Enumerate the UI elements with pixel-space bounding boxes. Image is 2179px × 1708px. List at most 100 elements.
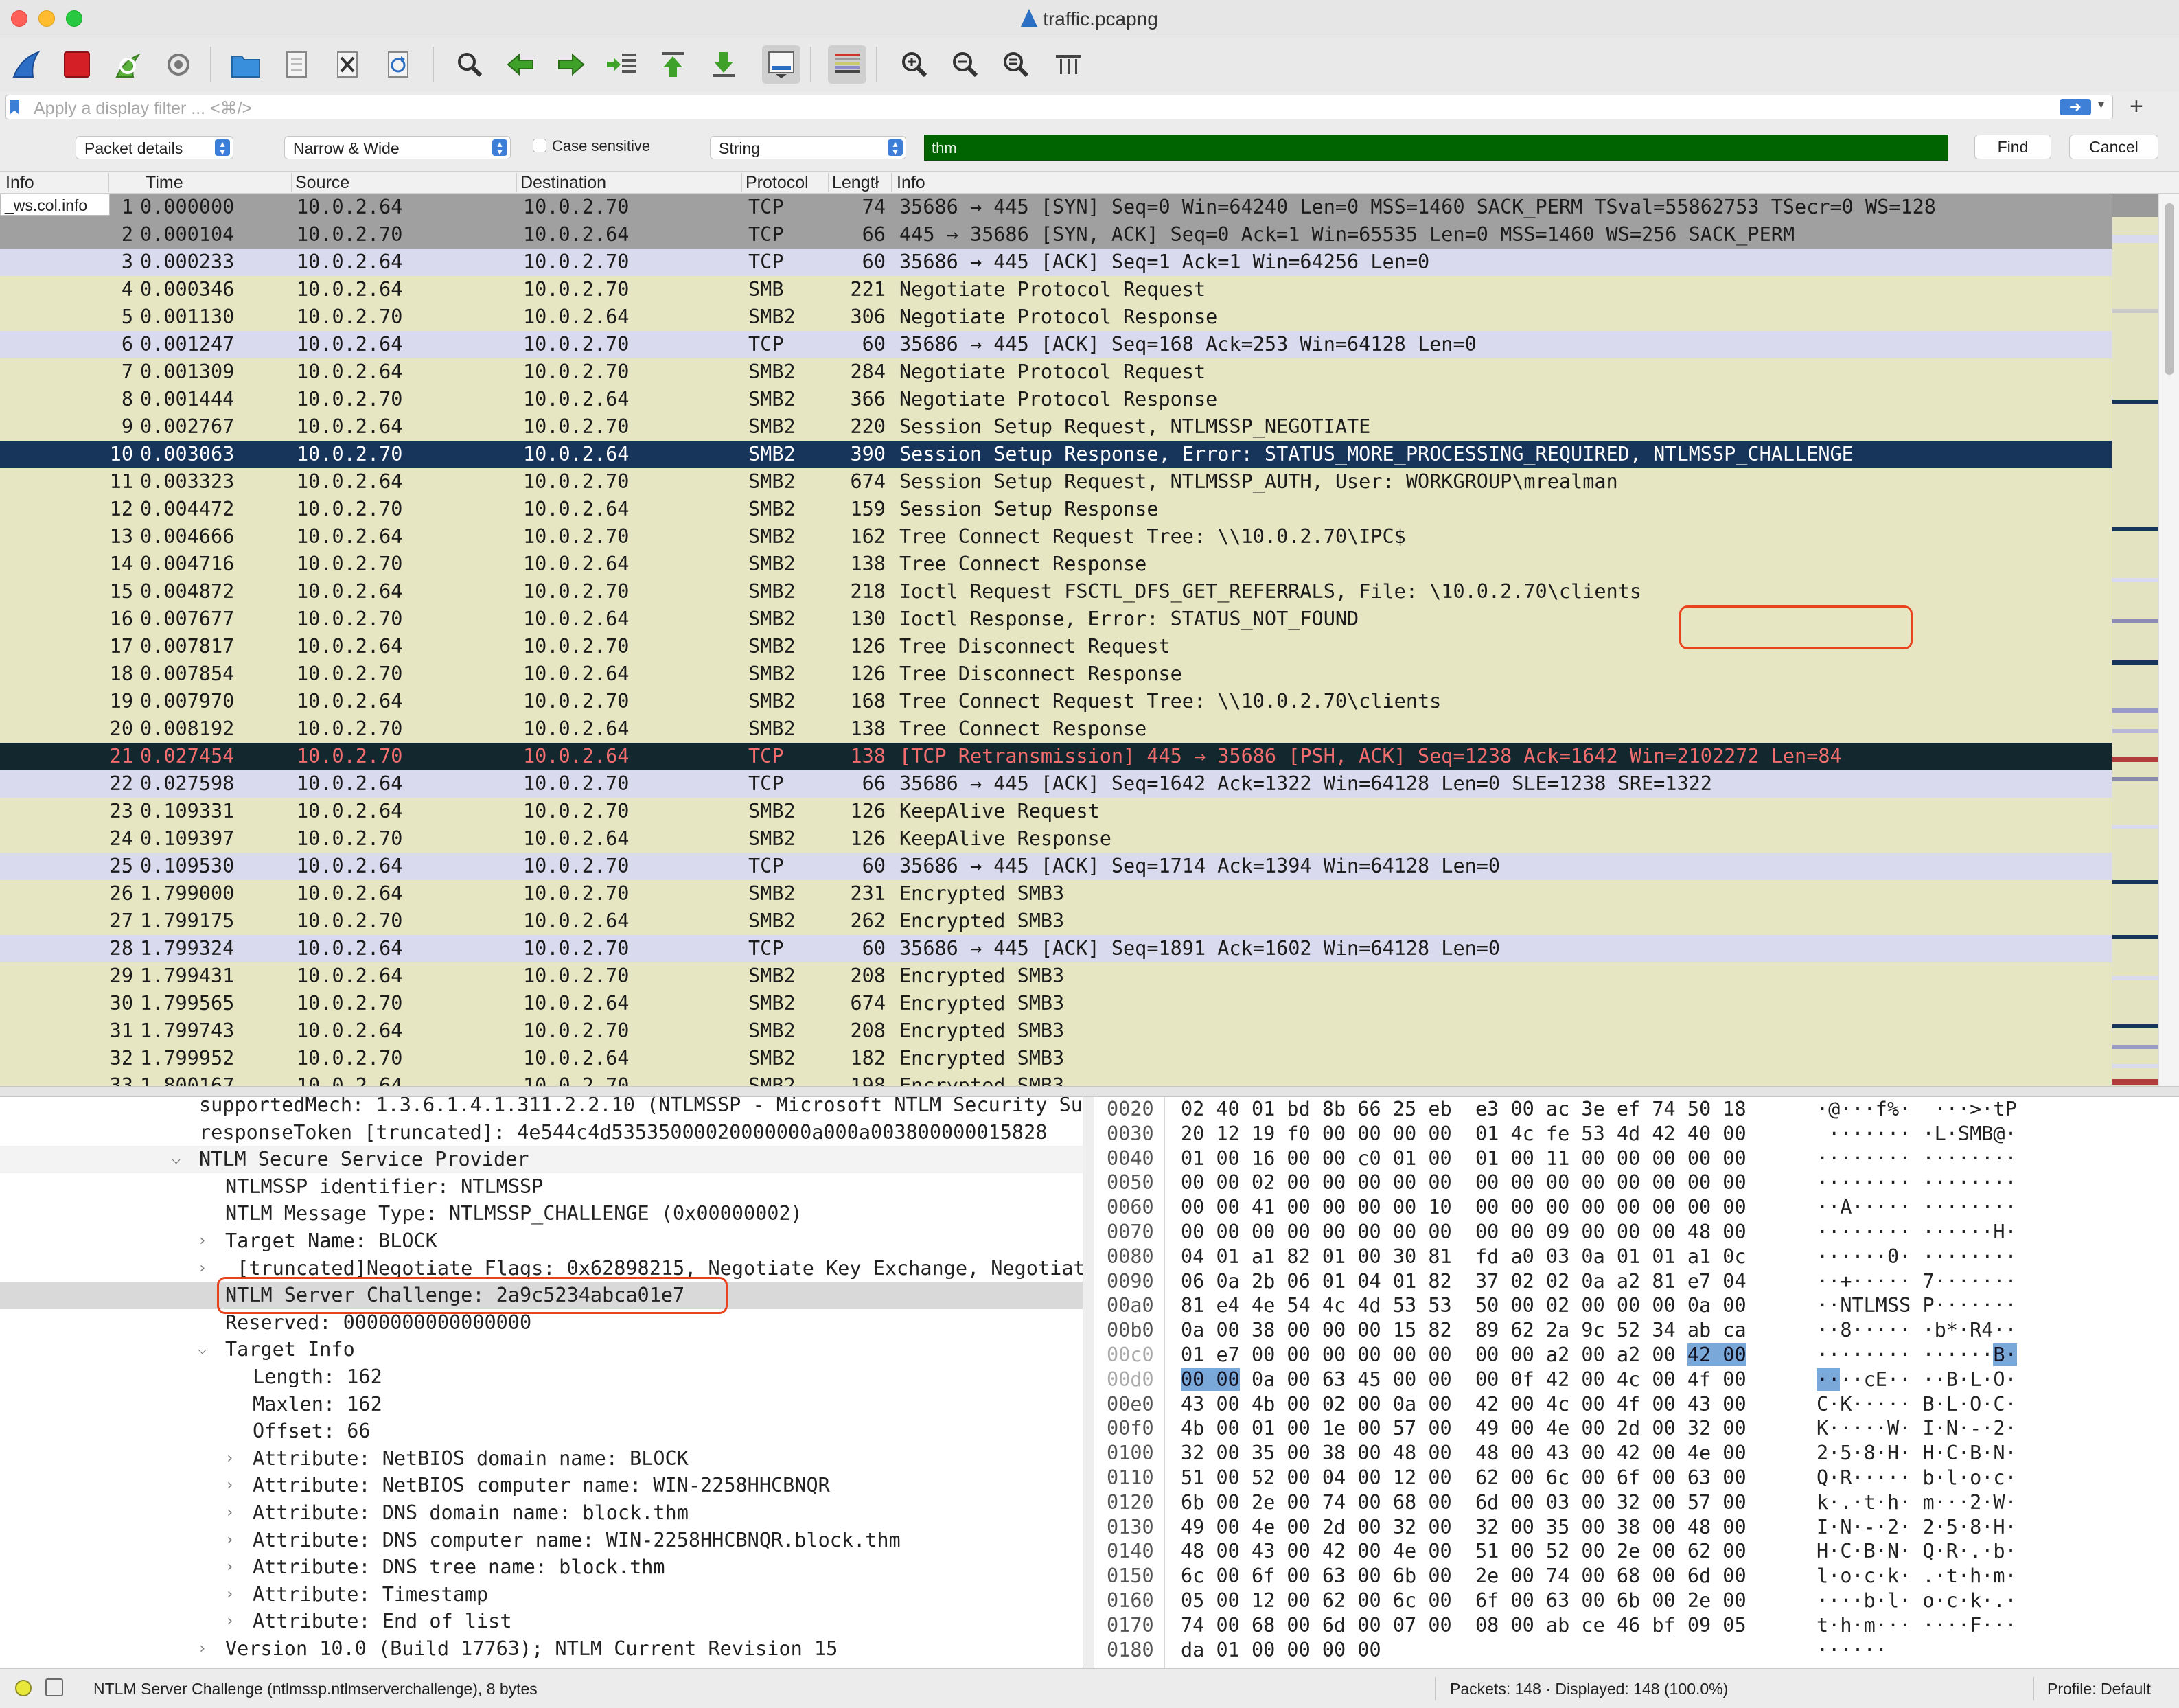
zoom-out-icon[interactable] bbox=[946, 45, 984, 84]
packet-row[interactable]: 12 0.004472 10.0.2.70 10.0.2.64 SMB2 159 Sessi… bbox=[0, 496, 2112, 523]
bytes-row[interactable]: 0180 da 01 00 00 00 00 ······ bbox=[1094, 1638, 2179, 1663]
bytes-row[interactable]: 0120 6b 00 2e 00 74 00 68 00 6d 00 03 00 … bbox=[1094, 1490, 2179, 1515]
go-to-packet-icon[interactable] bbox=[603, 45, 641, 84]
colorize-icon[interactable] bbox=[828, 45, 866, 84]
column-separator[interactable] bbox=[516, 173, 517, 192]
packet-row[interactable]: 21 0.027454 10.0.2.70 10.0.2.64 TCP 138 [TCP R… bbox=[0, 743, 2112, 770]
collapsed-chevron-icon[interactable]: › bbox=[225, 1554, 234, 1581]
bytes-row[interactable]: 0150 6c 00 6f 00 63 00 6b 00 2e 00 74 00 … bbox=[1094, 1564, 2179, 1589]
collapsed-chevron-icon[interactable]: › bbox=[225, 1581, 234, 1608]
bytes-row[interactable]: 0140 48 00 43 00 42 00 4e 00 51 00 52 00 … bbox=[1094, 1539, 2179, 1564]
packet-row[interactable]: 29 1.799431 10.0.2.64 10.0.2.70 SMB2 208 Encry… bbox=[0, 962, 2112, 990]
bytes-row[interactable]: 00f0 4b 00 01 00 1e 00 57 00 49 00 4e 00 … bbox=[1094, 1416, 2179, 1441]
column-header-source[interactable]: Source bbox=[295, 173, 508, 193]
capture-options-icon[interactable] bbox=[159, 45, 198, 84]
autoscroll-icon[interactable] bbox=[762, 45, 800, 84]
packet-row[interactable]: 8 0.001444 10.0.2.70 10.0.2.64 SMB2 366 Negoti… bbox=[0, 386, 2112, 413]
detail-row[interactable]: › Version 10.0 (Build 17763); NTLM Curren… bbox=[0, 1635, 1083, 1663]
packet-row[interactable]: 20 0.008192 10.0.2.70 10.0.2.64 SMB2 138 Tree … bbox=[0, 715, 2112, 743]
packet-minimap[interactable] bbox=[2112, 194, 2159, 1086]
packet-row[interactable]: 22 0.027598 10.0.2.64 10.0.2.70 TCP 66 35686 →… bbox=[0, 770, 2112, 798]
bytes-row[interactable]: 0160 05 00 12 00 62 00 6c 00 6f 00 63 00 … bbox=[1094, 1589, 2179, 1613]
column-separator[interactable] bbox=[108, 173, 109, 192]
collapsed-chevron-icon[interactable]: › bbox=[225, 1527, 234, 1554]
detail-row[interactable]: supportedMech: 1.3.6.1.4.1.311.2.2.10 (N… bbox=[0, 1097, 1083, 1119]
packet-row[interactable]: 24 0.109397 10.0.2.70 10.0.2.64 SMB2 126 KeepA… bbox=[0, 825, 2112, 853]
bytes-row[interactable]: 00d0 00 00 0a 00 63 45 00 00 00 0f 42 00 … bbox=[1094, 1367, 2179, 1392]
stop-capture-icon[interactable] bbox=[58, 45, 96, 84]
packet-row[interactable]: 26 1.799000 10.0.2.64 10.0.2.70 SMB2 231 Encry… bbox=[0, 880, 2112, 908]
collapsed-chevron-icon[interactable]: › bbox=[225, 1608, 234, 1635]
capture-comment-icon[interactable] bbox=[45, 1678, 63, 1696]
bytes-row[interactable]: 0030 20 12 19 f0 00 00 00 00 01 4c fe 53 … bbox=[1094, 1122, 2179, 1146]
bytes-row[interactable]: 00e0 43 00 4b 00 02 00 0a 00 42 00 4c 00 … bbox=[1094, 1392, 2179, 1417]
detail-row[interactable]: responseToken [truncated]: 4e544c4d53535… bbox=[0, 1119, 1083, 1146]
packet-row[interactable]: 1 0.000000 10.0.2.64 10.0.2.70 TCP 74 35686 → … bbox=[0, 194, 2112, 221]
bytes-row[interactable]: 0040 01 00 16 00 00 c0 01 00 01 00 11 00 … bbox=[1094, 1146, 2179, 1171]
detail-row[interactable]: Maxlen: 162 bbox=[0, 1391, 1083, 1418]
packet-row[interactable]: 3 0.000233 10.0.2.64 10.0.2.70 TCP 60 35686 → … bbox=[0, 249, 2112, 276]
packet-row[interactable]: 28 1.799324 10.0.2.64 10.0.2.70 TCP 60 35686 →… bbox=[0, 935, 2112, 962]
collapsed-chevron-icon[interactable]: › bbox=[198, 1255, 207, 1282]
packet-row[interactable]: 33 1.800167 10.0.2.64 10.0.2.70 SMB2 198 Encry… bbox=[0, 1072, 2112, 1086]
detail-row[interactable]: Length: 162 bbox=[0, 1363, 1083, 1391]
collapsed-chevron-icon[interactable]: › bbox=[198, 1635, 207, 1663]
search-in-select[interactable]: Packet details ▴ ▾ bbox=[76, 136, 233, 159]
collapsed-chevron-icon[interactable]: › bbox=[198, 1227, 207, 1255]
packet-row[interactable]: 10 0.003063 10.0.2.70 10.0.2.64 SMB2 390 Sessi… bbox=[0, 441, 2112, 468]
open-file-icon[interactable] bbox=[227, 45, 265, 84]
packet-row[interactable]: 15 0.004872 10.0.2.64 10.0.2.70 SMB2 218 Ioctl… bbox=[0, 578, 2112, 605]
go-back-icon[interactable] bbox=[501, 45, 540, 84]
expert-info-led-icon[interactable] bbox=[15, 1680, 32, 1696]
packet-row[interactable]: 7 0.001309 10.0.2.64 10.0.2.70 SMB2 284 Negoti… bbox=[0, 358, 2112, 386]
packet-row[interactable]: 4 0.000346 10.0.2.64 10.0.2.70 SMB 221 Negotia… bbox=[0, 276, 2112, 303]
shark-fin-start-icon[interactable] bbox=[7, 45, 45, 84]
expanded-chevron-icon[interactable]: ⌵ bbox=[172, 1146, 181, 1173]
detail-row[interactable]: › Target Name: BLOCK bbox=[0, 1227, 1083, 1255]
collapsed-chevron-icon[interactable]: › bbox=[225, 1472, 234, 1499]
collapsed-chevron-icon[interactable]: › bbox=[225, 1499, 234, 1527]
packet-row[interactable]: 30 1.799565 10.0.2.70 10.0.2.64 SMB2 674 Encry… bbox=[0, 990, 2112, 1017]
packet-row[interactable]: 31 1.799743 10.0.2.64 10.0.2.70 SMB2 208 Encry… bbox=[0, 1017, 2112, 1045]
display-filter-input[interactable]: Apply a display filter ... <⌘/> bbox=[5, 95, 2113, 119]
find-button[interactable]: Find bbox=[1974, 135, 2051, 159]
go-last-icon[interactable] bbox=[704, 45, 743, 84]
column-separator[interactable] bbox=[891, 173, 892, 192]
find-packet-icon[interactable] bbox=[450, 45, 489, 84]
pane-splitter-vertical[interactable] bbox=[1083, 1097, 1094, 1668]
detail-row[interactable]: › Attribute: DNS tree name: block.thm bbox=[0, 1554, 1083, 1581]
cancel-find-button[interactable]: Cancel bbox=[2069, 135, 2158, 159]
collapsed-chevron-icon[interactable]: › bbox=[225, 1445, 234, 1473]
restart-capture-icon[interactable] bbox=[108, 45, 147, 84]
bytes-row[interactable]: 0070 00 00 00 00 00 00 00 00 00 00 09 00 … bbox=[1094, 1220, 2179, 1245]
packet-row[interactable]: 5 0.001130 10.0.2.70 10.0.2.64 SMB2 306 Negoti… bbox=[0, 303, 2112, 331]
bytes-row[interactable]: 0020 02 40 01 bd 8b 66 25 eb e3 00 ac 3e … bbox=[1094, 1097, 2179, 1122]
detail-row[interactable]: NTLM Message Type: NTLMSSP_CHALLENGE (0x… bbox=[0, 1200, 1083, 1227]
normal-size-icon[interactable] bbox=[997, 45, 1035, 84]
packet-row[interactable]: 32 1.799952 10.0.2.70 10.0.2.64 SMB2 182 Encry… bbox=[0, 1045, 2112, 1072]
detail-row[interactable]: › Attribute: DNS domain name: block.thm bbox=[0, 1499, 1083, 1527]
pane-splitter-horizontal[interactable] bbox=[0, 1086, 2179, 1097]
packet-row[interactable]: 14 0.004716 10.0.2.70 10.0.2.64 SMB2 138 Tree … bbox=[0, 551, 2112, 578]
packet-row[interactable]: 9 0.002767 10.0.2.64 10.0.2.70 SMB2 220 Sessio… bbox=[0, 413, 2112, 441]
detail-row[interactable]: › Attribute: DNS computer name: WIN-2258H… bbox=[0, 1527, 1083, 1554]
column-header-length[interactable]: Lengtł bbox=[832, 173, 887, 193]
go-forward-icon[interactable] bbox=[552, 45, 590, 84]
scrollbar-thumb[interactable] bbox=[2165, 203, 2174, 375]
packet-row[interactable]: 19 0.007970 10.0.2.64 10.0.2.70 SMB2 168 Tree … bbox=[0, 688, 2112, 715]
find-query-input[interactable]: thm bbox=[924, 135, 1948, 161]
column-header-no[interactable]: Info bbox=[5, 173, 108, 193]
packet-row[interactable]: 13 0.004666 10.0.2.64 10.0.2.70 SMB2 162 Tree … bbox=[0, 523, 2112, 551]
column-header-protocol[interactable]: Protocol bbox=[746, 173, 814, 193]
save-file-icon[interactable] bbox=[277, 45, 316, 84]
detail-row[interactable]: › Attribute: NetBIOS domain name: BLOCK bbox=[0, 1445, 1083, 1473]
detail-row[interactable]: › Attribute: NetBIOS computer name: WIN-2… bbox=[0, 1472, 1083, 1499]
detail-row[interactable]: ⌵ NTLM Secure Service Provider bbox=[0, 1146, 1083, 1174]
bytes-row[interactable]: 0060 00 00 41 00 00 00 00 10 00 00 00 00 … bbox=[1094, 1195, 2179, 1220]
packet-row[interactable]: 23 0.109331 10.0.2.64 10.0.2.70 SMB2 126 KeepA… bbox=[0, 798, 2112, 825]
bytes-row[interactable]: 0170 74 00 68 00 6d 00 07 00 08 00 ab ce … bbox=[1094, 1613, 2179, 1638]
filter-history-chevron-icon[interactable]: ▾ bbox=[2098, 97, 2104, 112]
detail-row[interactable]: ⌵ Target Info bbox=[0, 1336, 1083, 1363]
bytes-row[interactable]: 0080 04 01 a1 82 01 00 30 81 fd a0 03 0a … bbox=[1094, 1245, 2179, 1269]
case-sensitive-checkbox[interactable] bbox=[533, 139, 546, 152]
